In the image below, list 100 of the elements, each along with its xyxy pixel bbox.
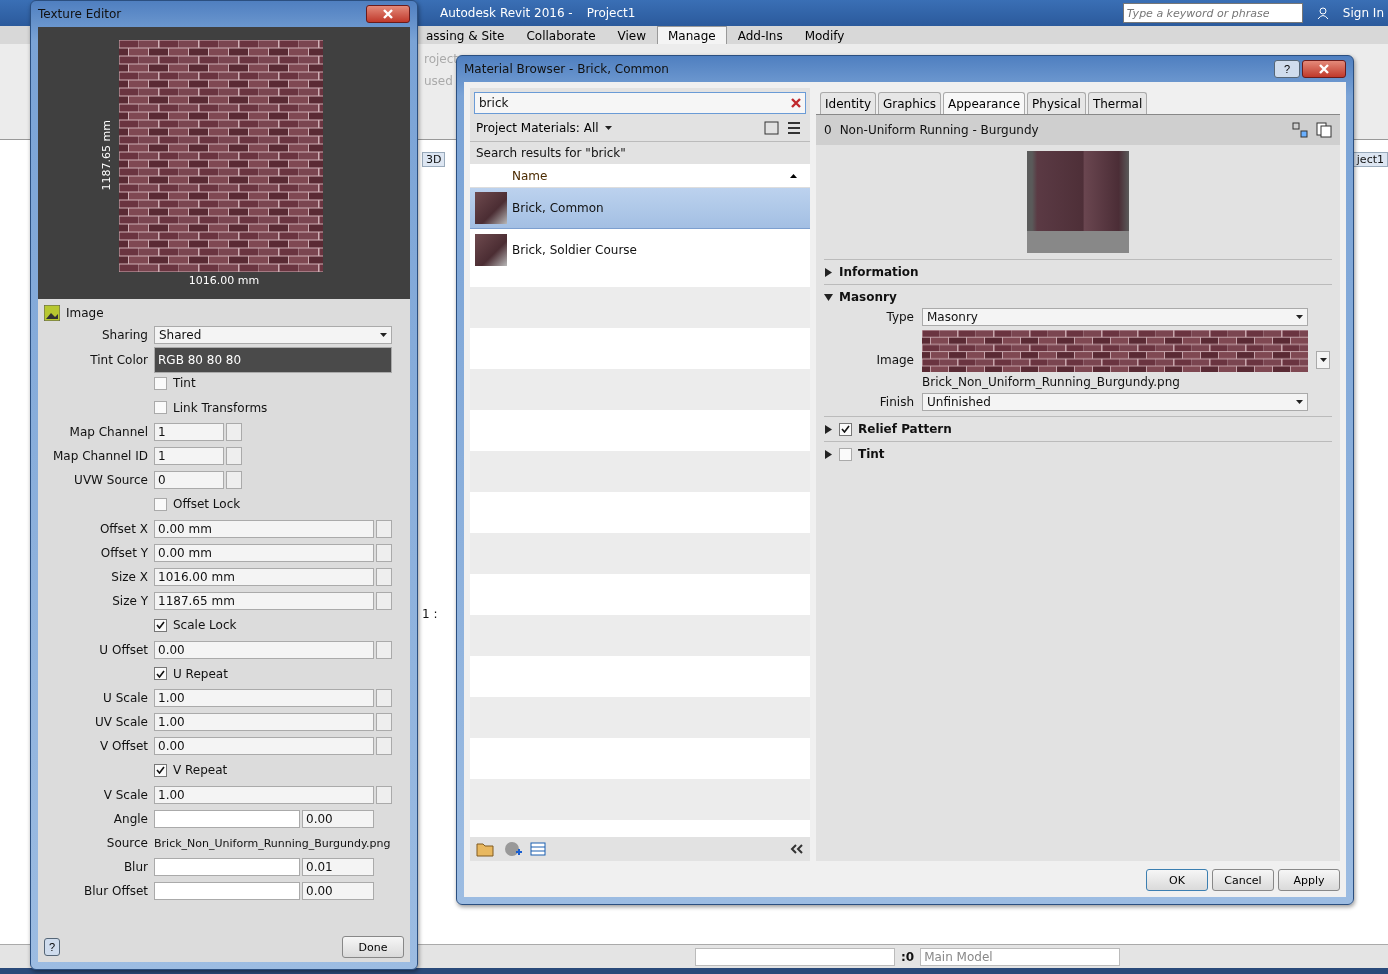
number-field[interactable]: 0 bbox=[154, 471, 224, 490]
project-name: Project1 bbox=[586, 6, 636, 20]
image-menu-button[interactable] bbox=[1316, 350, 1330, 369]
properties-tab[interactable]: Thermal bbox=[1087, 92, 1148, 114]
field-label: Image bbox=[875, 352, 914, 367]
width-dimension: 1016.00 mm bbox=[188, 273, 260, 287]
clear-icon[interactable] bbox=[791, 98, 801, 108]
dropdown-caret-icon[interactable] bbox=[604, 125, 612, 130]
slider-track[interactable] bbox=[154, 858, 300, 877]
sharing-dropdown[interactable]: Shared bbox=[154, 326, 392, 345]
section-title[interactable]: Tint bbox=[858, 447, 885, 461]
ribbon-tab[interactable]: Manage bbox=[657, 26, 727, 44]
workset-field[interactable] bbox=[695, 947, 895, 966]
search-results-label: Search results for "brick" bbox=[476, 146, 626, 160]
properties-tab[interactable]: Appearance bbox=[943, 92, 1026, 114]
ribbon-tab[interactable]: Modify bbox=[793, 26, 856, 44]
search-field[interactable]: brick bbox=[474, 92, 806, 114]
number-field[interactable]: 0.00 bbox=[302, 882, 374, 901]
checkbox[interactable] bbox=[154, 497, 167, 511]
close-button[interactable] bbox=[366, 5, 410, 23]
section-title[interactable]: Information bbox=[839, 265, 919, 279]
selection-count: :0 bbox=[901, 949, 915, 964]
ribbon-tab[interactable]: View bbox=[606, 26, 657, 44]
field-label: Size Y bbox=[111, 594, 148, 609]
section-title[interactable]: Masonry bbox=[839, 290, 897, 304]
dropdown[interactable]: Unfinished bbox=[922, 393, 1308, 411]
help-button[interactable]: ? bbox=[1274, 60, 1300, 78]
field-label: Tint Color bbox=[89, 353, 148, 368]
checkbox[interactable] bbox=[154, 667, 167, 681]
dialog-button[interactable]: Apply bbox=[1278, 869, 1340, 891]
checkbox[interactable] bbox=[154, 763, 167, 777]
number-field[interactable]: 1.00 bbox=[154, 785, 374, 804]
number-field[interactable]: 1187.65 mm bbox=[154, 592, 374, 611]
dropdown-caret-icon[interactable] bbox=[1296, 400, 1303, 404]
number-field[interactable]: 1 bbox=[154, 422, 224, 441]
done-button[interactable]: Done bbox=[342, 936, 404, 958]
number-field[interactable]: 0.00 mm bbox=[154, 543, 374, 562]
source-file-name: Brick_Non_Uniform_Running_Burgundy.png bbox=[154, 836, 392, 850]
ribbon-tab[interactable]: assing & Site bbox=[415, 26, 516, 44]
panel-icon[interactable] bbox=[530, 842, 546, 856]
number-field[interactable]: 0.01 bbox=[302, 858, 374, 877]
number-field[interactable]: 1.00 bbox=[154, 688, 374, 707]
expand-triangle-icon[interactable] bbox=[824, 267, 833, 277]
section-title[interactable]: Relief Pattern bbox=[858, 422, 952, 436]
expand-triangle-icon[interactable] bbox=[824, 449, 833, 459]
close-icon[interactable] bbox=[1319, 64, 1329, 74]
close-icon[interactable] bbox=[383, 9, 393, 19]
tint-color-swatch[interactable]: RGB 80 80 80 bbox=[154, 347, 392, 374]
checkbox[interactable] bbox=[154, 376, 167, 390]
collapse-triangle-icon[interactable] bbox=[824, 292, 833, 302]
checkmark-icon bbox=[841, 425, 850, 433]
field-label: Offset X bbox=[98, 521, 148, 536]
dropdown[interactable]: Masonry bbox=[922, 308, 1308, 326]
close-button[interactable] bbox=[1302, 60, 1346, 78]
sign-in-button[interactable]: Sign In bbox=[1342, 6, 1384, 20]
copy-icon[interactable] bbox=[1316, 122, 1332, 138]
search-field[interactable]: Type a keyword or phrase bbox=[1122, 3, 1303, 23]
library-dropdown[interactable]: Project Materials: All bbox=[476, 120, 612, 135]
number-field[interactable]: 0.00 bbox=[154, 737, 374, 756]
collapse-chevrons-icon[interactable] bbox=[790, 844, 804, 854]
number-field[interactable]: 0.00 bbox=[154, 640, 374, 659]
number-field[interactable]: 1.00 bbox=[154, 713, 374, 732]
dialog-button[interactable]: Cancel bbox=[1212, 869, 1274, 891]
dialog-button[interactable]: OK bbox=[1146, 869, 1208, 891]
dropdown-caret-icon[interactable] bbox=[1296, 315, 1303, 319]
checkbox-label: Tint bbox=[173, 376, 196, 391]
number-field[interactable]: 0.00 mm bbox=[154, 519, 374, 538]
field-label: Map Channel bbox=[68, 424, 148, 439]
properties-tab[interactable]: Graphics bbox=[878, 92, 941, 114]
properties-tab[interactable]: Identity bbox=[820, 92, 876, 114]
app-title: Autodesk Revit 2016 - bbox=[440, 6, 573, 20]
ribbon-tab[interactable]: Add-Ins bbox=[726, 26, 794, 44]
field-label: V Offset bbox=[98, 739, 148, 754]
number-field[interactable]: 1016.00 mm bbox=[154, 567, 374, 586]
checkbox[interactable] bbox=[154, 618, 167, 632]
sort-arrow-icon[interactable] bbox=[790, 173, 797, 178]
3d-view-tab[interactable]: 3D bbox=[422, 152, 446, 167]
add-globe-icon[interactable] bbox=[504, 841, 522, 857]
folder-icon[interactable] bbox=[476, 841, 496, 857]
expand-triangle-icon[interactable] bbox=[824, 424, 833, 434]
dropdown-caret-icon[interactable] bbox=[1319, 357, 1327, 362]
checkbox[interactable] bbox=[839, 447, 852, 461]
dropdown-caret-icon[interactable] bbox=[380, 333, 387, 338]
number-field[interactable]: 1 bbox=[154, 447, 224, 466]
model-dropdown[interactable]: Main Model bbox=[920, 947, 1121, 966]
checkmark-icon bbox=[156, 766, 165, 775]
number-field[interactable]: 0.00 bbox=[302, 809, 374, 828]
properties-tab[interactable]: Physical bbox=[1027, 92, 1086, 114]
user-icon[interactable] bbox=[1316, 7, 1329, 19]
checkbox[interactable] bbox=[154, 401, 167, 415]
window-title: Texture Editor bbox=[38, 7, 122, 21]
slider-track[interactable] bbox=[154, 882, 300, 901]
ribbon-tab[interactable]: Collaborate bbox=[515, 26, 607, 44]
column-header[interactable]: Name bbox=[512, 168, 790, 183]
project-view-tab[interactable]: ject1 bbox=[1352, 152, 1388, 167]
help-button[interactable]: ? bbox=[44, 938, 60, 956]
checkbox[interactable] bbox=[839, 422, 852, 436]
material-row[interactable]: Brick, Common bbox=[470, 188, 810, 229]
slider-track[interactable] bbox=[154, 809, 300, 828]
replace-asset-icon[interactable] bbox=[1292, 122, 1308, 138]
